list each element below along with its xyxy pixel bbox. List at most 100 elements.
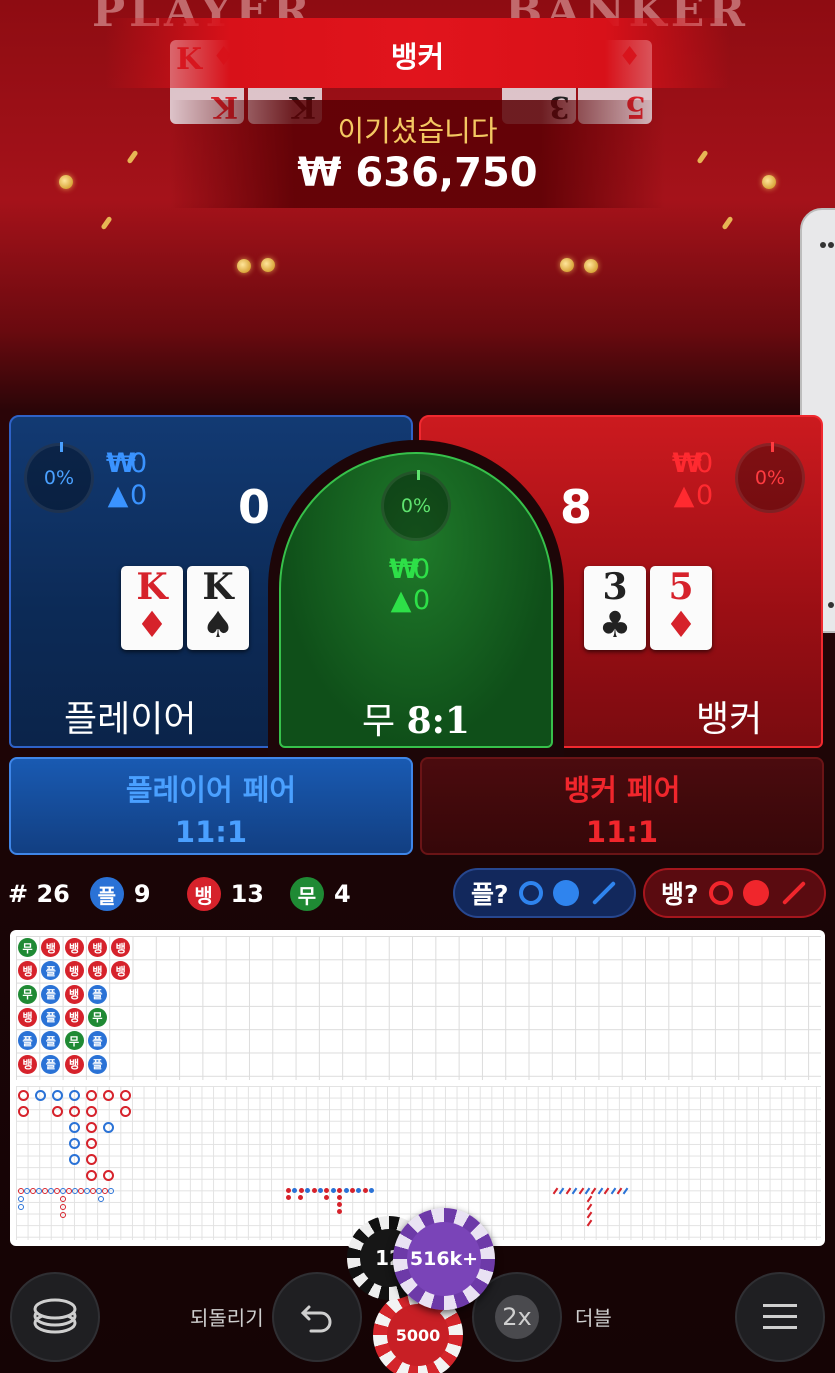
small-road-dot-icon [552,880,579,906]
tie-count: 4 [333,880,351,908]
bead-road-cell: 뱅 [64,1007,84,1027]
tie-bettors-stat: ▲0 [389,585,431,616]
chip-5000-label: 5000 [387,1304,449,1366]
undo-button[interactable] [272,1272,362,1362]
player-count-badge: 플 [89,877,124,911]
bead-road-cell: 플 [41,1054,61,1074]
small-road-mark [337,1195,342,1200]
double-label: 더블 [575,1306,612,1330]
coin-streak [100,215,113,231]
big-eye-road-mark [60,1204,66,1210]
big-road-mark [69,1106,80,1117]
win-box: 이기셨습니다 ₩ 636,750 [170,100,665,208]
user-icon: ▲ [390,585,412,616]
player-predict-button[interactable]: 플? [453,868,636,918]
banker-count: 13 [230,880,264,908]
round-number: # 26 [8,880,70,908]
player-pair-bet[interactable]: 플레이어 페어 11:1 [9,757,413,855]
banker-card-1: 3 ♣ [584,566,646,650]
round-stats: # 26 플 9 뱅 13 무 4 [8,874,351,914]
tie-bet-amount: 0 [413,554,431,585]
small-road-mark [343,1188,349,1193]
big-road-mark [86,1138,97,1149]
currency-icon: ₩ [672,448,702,479]
big-road-mark [86,1154,97,1165]
big-eye-road-mark [98,1196,104,1202]
coin-decoration [59,175,73,189]
tie-count-badge: 무 [289,877,324,911]
big-road-mark [120,1106,131,1117]
bead-road-cell: 플 [87,984,107,1004]
menu-button[interactable] [735,1272,825,1362]
bead-road-cell: 뱅 [18,1007,37,1027]
small-road-mark [286,1195,291,1200]
banker-pair-odds: 11:1 [585,815,659,849]
chip-selected-label: 516k+ [407,1222,481,1296]
result-banner: 뱅커 [105,18,730,88]
big-eye-ring-icon [708,881,733,905]
coin-streak [126,149,139,165]
big-road-mark [69,1138,80,1149]
roadmap-scoreboard[interactable]: 무뱅뱅뱅뱅뱅플뱅뱅뱅무플뱅플뱅플뱅무플플무플뱅플뱅플 [10,930,825,1246]
chip-stack-button[interactable] [10,1272,100,1362]
player-score: 0 [238,480,271,534]
small-road-mark [337,1209,342,1214]
bead-road-cell: 뱅 [64,938,84,957]
banker-bettors: 0 [696,480,714,511]
tie-bet-stat: ₩0 [389,555,430,585]
cockroach-slash-icon [591,880,616,906]
small-road-mark [286,1188,291,1193]
tie-percent: 0% [400,495,432,517]
banker-score: 8 [560,480,593,534]
player-percent-ring: 0% [24,442,94,513]
spade-icon: ♠ [201,604,235,646]
coin-streak [721,215,734,231]
player-label: 플레이어 [64,699,197,740]
big-eye-road-mark [60,1212,66,1218]
big-road-mark [52,1090,63,1101]
bead-road-cell: 플 [87,1031,107,1051]
big-road-mark [103,1122,114,1133]
player-bettors-stat: ▲0 [106,480,148,511]
bead-road-cell: 뱅 [18,1054,37,1074]
player-card-2: K ♠ [187,566,249,650]
bead-road-cell: 무 [87,1007,107,1027]
coin-streak [696,149,709,165]
banker-pair-bet[interactable]: 뱅커 페어 11:1 [420,757,824,855]
hamburger-menu-icon [763,1304,797,1329]
player-card-1: K ♦ [121,566,183,650]
banker-card-2: 5 ♦ [650,566,712,650]
big-road-mark [120,1090,131,1101]
diamond-icon: ♦ [664,604,698,646]
small-road-mark [337,1202,342,1207]
bead-road-cell: 뱅 [64,984,84,1004]
currency-icon: ₩ [389,554,419,585]
bead-road-cell: 무 [18,984,37,1004]
tie-label-row: 무 8:1 [279,692,553,744]
big-road-mark [35,1090,46,1101]
small-road-mark [324,1195,329,1200]
player-bettors: 0 [130,480,148,511]
banker-count-badge: 뱅 [186,877,221,911]
big-road-mark [69,1122,80,1133]
chip-selected[interactable]: 516k+ [393,1208,495,1310]
big-eye-road-mark [18,1204,24,1210]
bead-road-cell: 플 [41,984,61,1004]
tie-label: 무 [362,701,396,742]
coin-decoration [762,175,776,189]
small-road-mark [318,1188,323,1193]
big-road-mark [69,1090,80,1101]
undo-icon [300,1305,332,1333]
banker-percent: 0% [754,467,786,489]
banker-label: 뱅커 [696,699,763,740]
win-label: 이기셨습니다 [337,114,498,148]
tie-odds: 8:1 [406,700,470,742]
bead-road-grid [16,936,821,1080]
big-road-mark [52,1106,63,1117]
bead-road-cell: 무 [18,938,37,957]
win-amount: ₩ 636,750 [297,150,538,196]
banker-predict-button[interactable]: 뱅? [643,868,826,918]
bead-road-cell: 뱅 [64,961,84,981]
chip-stack-icon [33,1298,77,1334]
bead-road-cell: 뱅 [64,1054,84,1074]
